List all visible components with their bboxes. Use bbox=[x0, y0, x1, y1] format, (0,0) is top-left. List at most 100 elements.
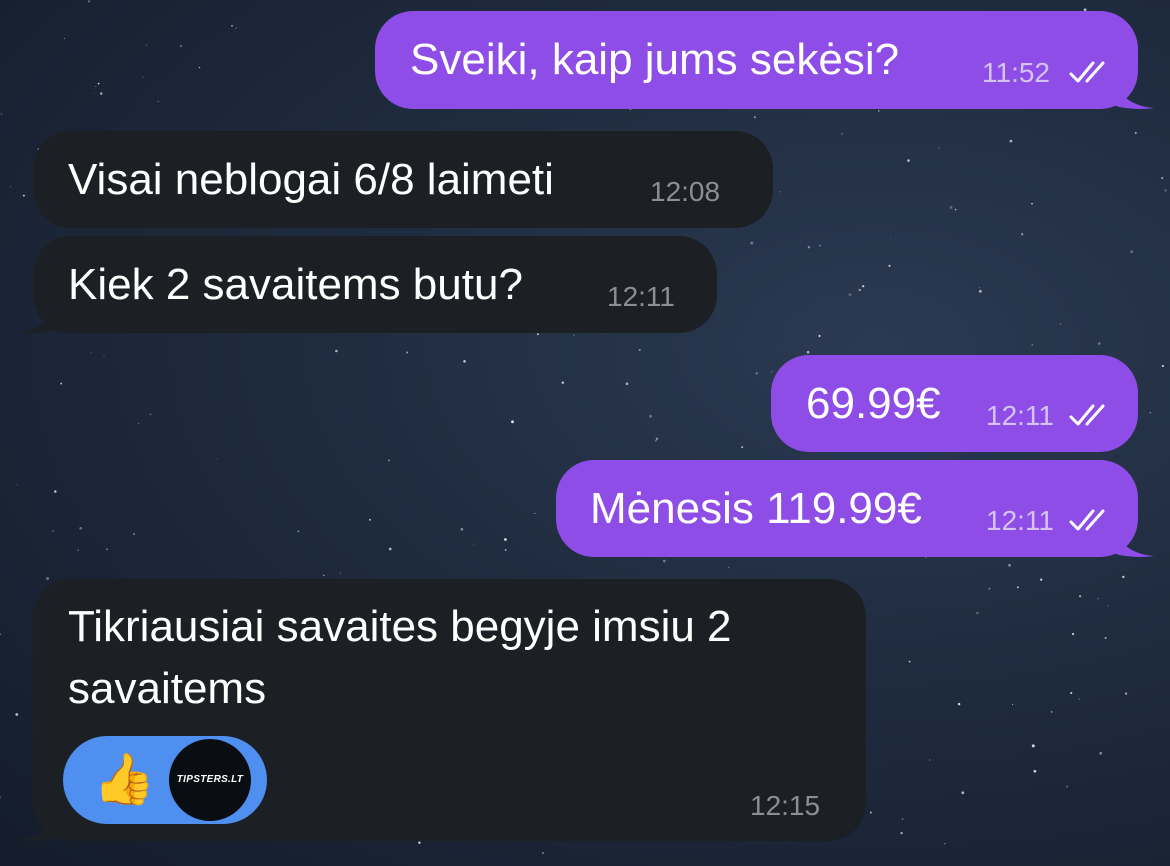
star bbox=[978, 287, 981, 289]
star bbox=[132, 532, 136, 536]
star bbox=[198, 66, 201, 69]
star bbox=[542, 852, 544, 854]
star bbox=[907, 159, 910, 162]
star bbox=[180, 45, 183, 47]
star bbox=[869, 811, 872, 814]
star bbox=[0, 633, 2, 636]
star bbox=[949, 206, 953, 209]
thumbs-up-icon: 👍 bbox=[93, 751, 156, 807]
star bbox=[95, 85, 97, 87]
star bbox=[15, 713, 19, 716]
star bbox=[157, 100, 160, 103]
star bbox=[888, 264, 891, 267]
star bbox=[1149, 412, 1152, 414]
star bbox=[978, 289, 982, 293]
star bbox=[1011, 703, 1014, 706]
message-bubble-incoming[interactable]: Visai neblogai 6/8 laimeti 12:08 bbox=[33, 131, 773, 228]
star bbox=[1059, 323, 1062, 325]
star bbox=[0, 113, 3, 116]
message-text: Kiek 2 savaitems butu? bbox=[68, 260, 523, 309]
star bbox=[1040, 578, 1043, 581]
message-time: 12:11 bbox=[607, 281, 675, 312]
star bbox=[901, 818, 904, 820]
star bbox=[93, 93, 95, 95]
message-bubble-incoming[interactable]: Tikriausiai savaites begyje imsiu 2 sava… bbox=[33, 579, 866, 841]
message-text: Sveiki, kaip jums sekėsi? bbox=[410, 35, 900, 84]
star bbox=[0, 796, 1, 799]
star bbox=[1078, 698, 1080, 700]
bubble-tail bbox=[1110, 524, 1154, 557]
star bbox=[961, 791, 965, 795]
message-bubble-outgoing[interactable]: 69.99€ 12:11 bbox=[771, 355, 1138, 452]
star bbox=[1008, 563, 1011, 567]
star bbox=[771, 371, 773, 373]
star bbox=[388, 547, 392, 551]
star bbox=[841, 133, 843, 135]
star bbox=[1161, 176, 1164, 180]
star bbox=[806, 350, 810, 354]
star bbox=[472, 543, 474, 545]
bubble-tail bbox=[1110, 76, 1154, 109]
star bbox=[235, 27, 237, 29]
star bbox=[90, 351, 92, 353]
double-check-icon bbox=[1069, 509, 1105, 531]
star bbox=[741, 446, 744, 449]
star bbox=[1021, 233, 1024, 236]
message-time: 12:11 bbox=[986, 505, 1054, 536]
star bbox=[819, 244, 821, 247]
star bbox=[573, 334, 575, 336]
star bbox=[1104, 636, 1107, 640]
star bbox=[1107, 605, 1109, 607]
star bbox=[463, 360, 465, 362]
star bbox=[406, 351, 409, 354]
star bbox=[149, 413, 152, 416]
star bbox=[10, 186, 11, 188]
reaction-pill[interactable]: 👍 TIPSTERS.LT bbox=[63, 736, 267, 824]
star bbox=[534, 512, 536, 515]
star bbox=[649, 414, 653, 418]
star bbox=[944, 843, 946, 845]
star bbox=[662, 559, 666, 563]
star bbox=[655, 437, 659, 441]
star bbox=[1098, 342, 1101, 345]
star bbox=[46, 577, 50, 580]
star bbox=[504, 538, 507, 541]
avatar[interactable]: TIPSTERS.LT bbox=[169, 739, 251, 821]
star bbox=[1161, 364, 1165, 368]
star bbox=[103, 356, 105, 358]
star bbox=[1070, 691, 1073, 695]
star bbox=[1009, 139, 1013, 143]
star bbox=[728, 567, 730, 569]
star bbox=[1071, 632, 1075, 636]
star bbox=[460, 527, 464, 531]
star bbox=[1078, 595, 1082, 598]
star bbox=[1016, 586, 1019, 589]
star bbox=[976, 611, 979, 615]
star bbox=[954, 208, 957, 211]
star bbox=[335, 349, 338, 353]
star bbox=[1099, 751, 1103, 755]
star bbox=[138, 423, 139, 425]
star bbox=[100, 92, 103, 95]
star bbox=[87, 0, 91, 3]
star bbox=[340, 572, 341, 574]
message-bubble-incoming[interactable]: Kiek 2 savaitems butu? 12:11 bbox=[33, 236, 717, 333]
star bbox=[1031, 744, 1035, 748]
message-text: Mėnesis 119.99€ bbox=[590, 484, 922, 533]
star bbox=[54, 490, 57, 493]
message-bubble-outgoing[interactable]: Sveiki, kaip jums sekėsi? 11:52 bbox=[375, 11, 1138, 109]
star bbox=[418, 841, 421, 844]
star bbox=[79, 527, 83, 530]
star bbox=[77, 549, 80, 552]
star bbox=[106, 548, 108, 551]
star bbox=[60, 382, 63, 385]
star bbox=[1122, 575, 1125, 579]
star bbox=[1031, 202, 1033, 205]
star bbox=[146, 44, 148, 46]
star bbox=[938, 147, 940, 149]
star bbox=[1031, 344, 1033, 346]
star bbox=[1124, 692, 1128, 695]
message-bubble-outgoing[interactable]: Mėnesis 119.99€ 12:11 bbox=[556, 460, 1138, 557]
star bbox=[638, 348, 641, 352]
star bbox=[388, 459, 391, 462]
